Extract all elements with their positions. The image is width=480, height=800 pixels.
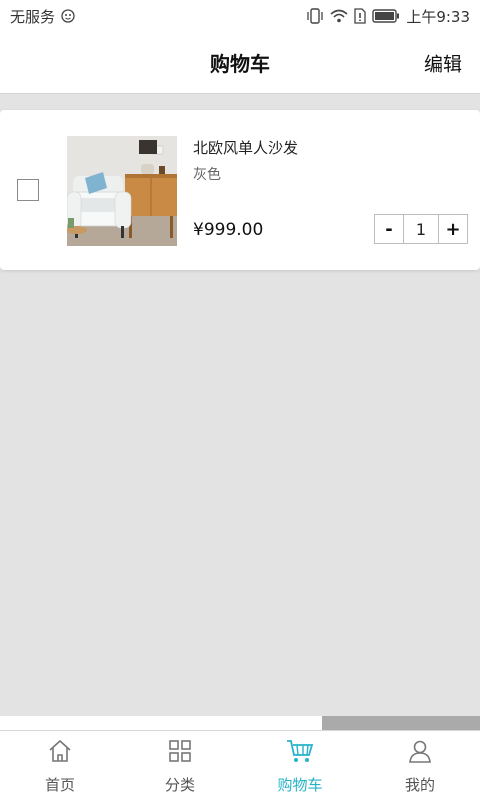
vibrate-icon [306, 8, 324, 24]
tab-category[interactable]: 分类 [120, 731, 240, 800]
decrease-quantity-button[interactable]: - [375, 215, 403, 243]
product-variant: 灰色 [193, 167, 221, 183]
tab-profile[interactable]: 我的 [360, 731, 480, 800]
product-image[interactable] [67, 136, 177, 246]
quantity-value[interactable]: 1 [403, 215, 439, 243]
bottom-tab-bar: 首页 分类 购物车 我的 [0, 730, 480, 800]
tab-profile-label: 我的 [404, 776, 435, 794]
status-bar: 无服务 上午9:33 [0, 0, 480, 32]
product-name[interactable]: 北欧风单人沙发 [193, 137, 298, 158]
tab-cart[interactable]: 购物车 [240, 731, 360, 800]
tab-category-label: 分类 [164, 776, 195, 794]
wifi-icon [330, 9, 348, 23]
battery-icon [372, 9, 400, 23]
face-icon [61, 9, 75, 23]
page-title: 购物车 [210, 52, 270, 76]
quantity-stepper: - 1 + [374, 214, 468, 244]
sim-alert-icon [354, 8, 366, 24]
edit-button[interactable]: 编辑 [424, 49, 462, 76]
bottom-strip [0, 716, 480, 730]
page-header: 购物车 编辑 [0, 32, 480, 94]
tab-cart-label: 购物车 [277, 776, 323, 794]
tab-home-label: 首页 [44, 776, 75, 794]
product-price: ¥999.00 [193, 220, 264, 240]
tab-home[interactable]: 首页 [0, 731, 120, 800]
checkout-strip-segment[interactable] [322, 716, 480, 730]
status-right: 上午9:33 [306, 6, 470, 27]
item-select-checkbox[interactable] [17, 179, 39, 201]
increase-quantity-button[interactable]: + [439, 215, 467, 243]
user-icon [407, 738, 433, 768]
home-icon [47, 738, 73, 768]
status-left: 无服务 [10, 6, 75, 27]
carrier-text: 无服务 [10, 7, 56, 26]
cart-icon [286, 738, 314, 768]
clock-text: 上午9:33 [406, 7, 470, 26]
grid-icon [167, 738, 193, 768]
